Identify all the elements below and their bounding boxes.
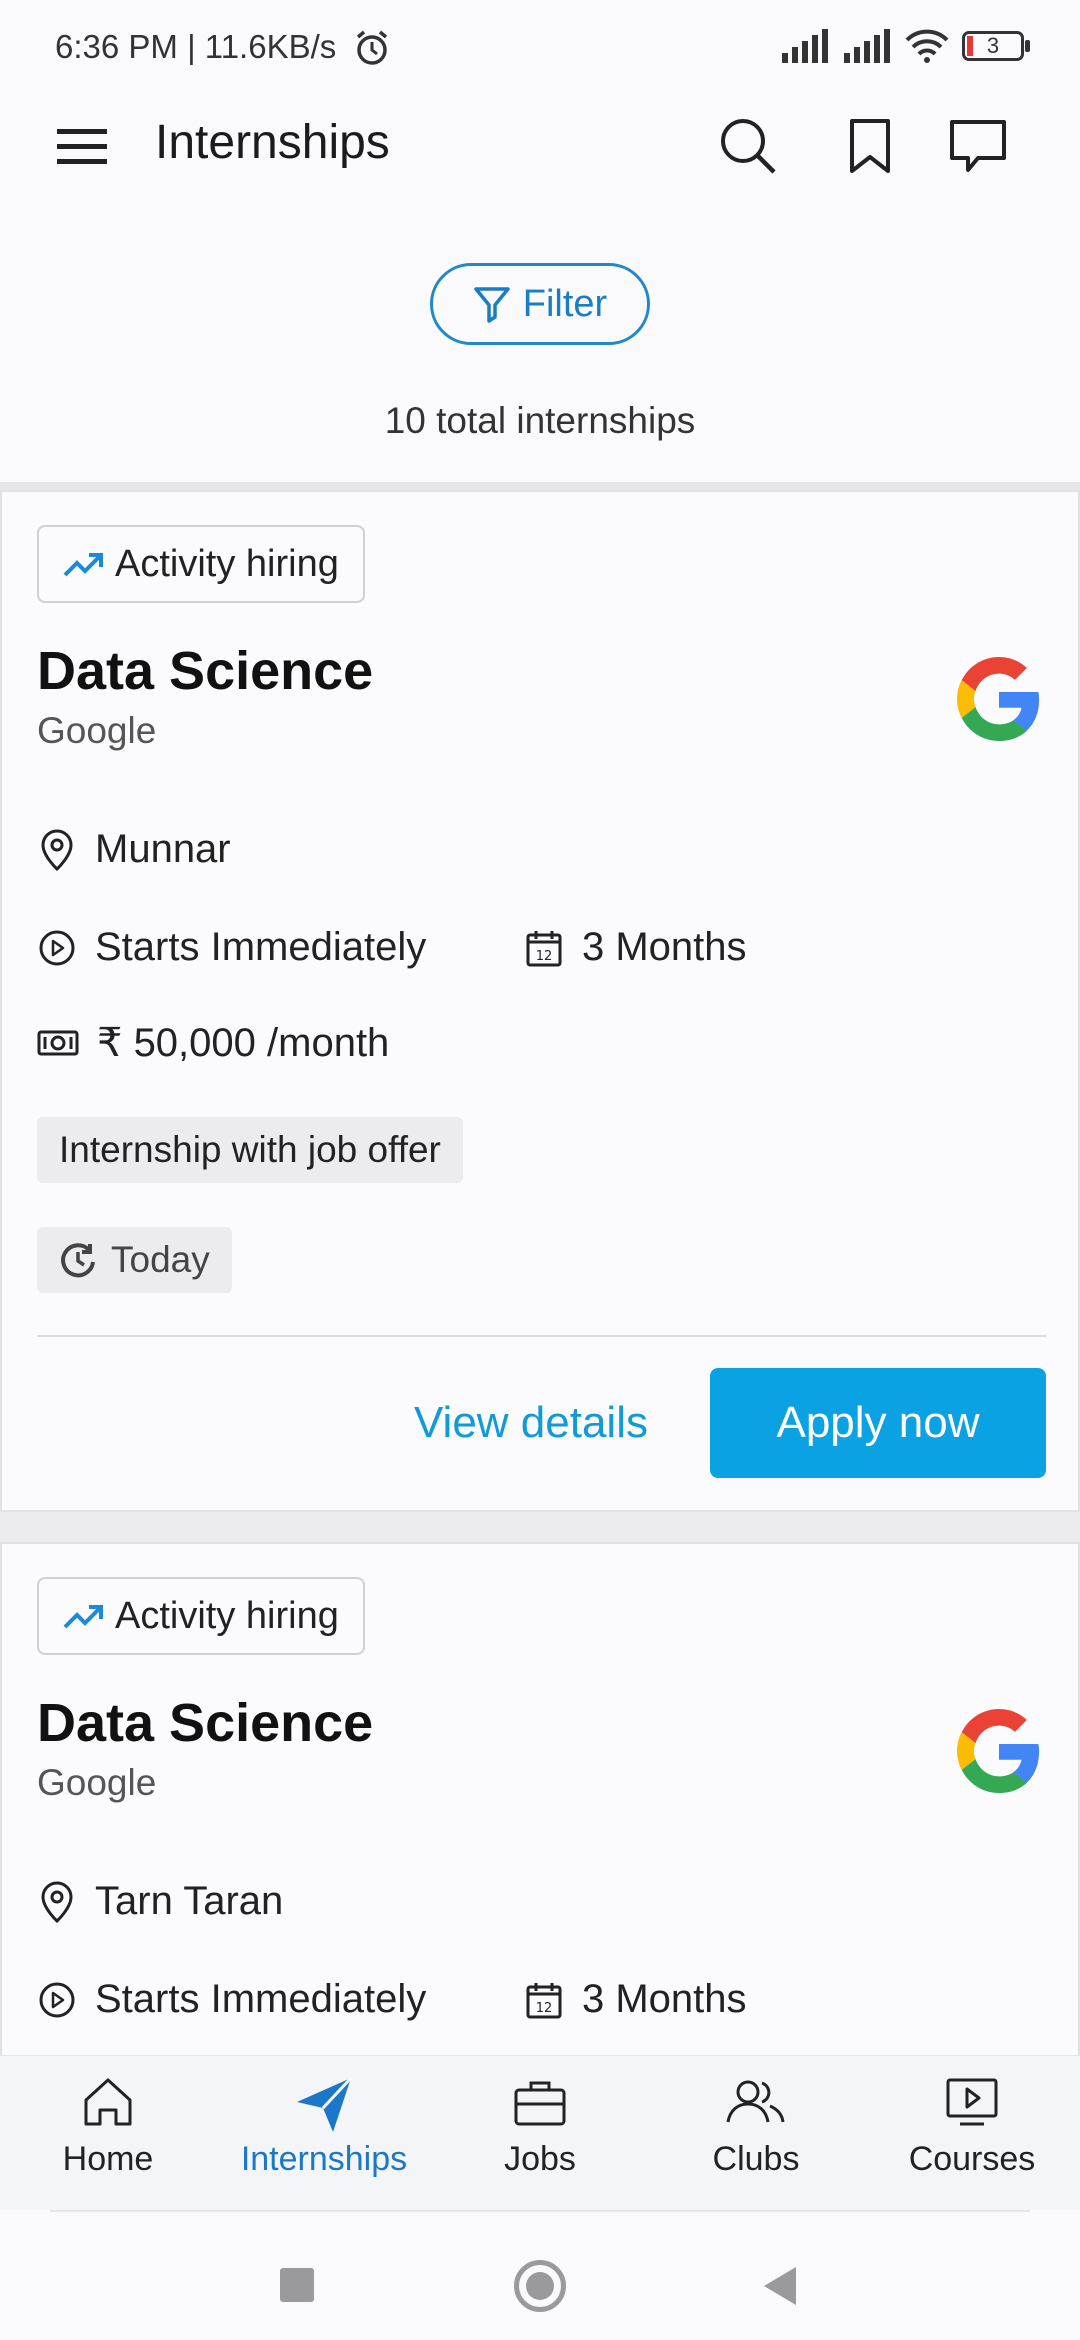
play-screen-icon (946, 2078, 998, 2126)
location-row: Tarn Taran (37, 1879, 283, 1924)
nav-home[interactable]: Home (0, 2074, 216, 2179)
nav-clubs-label: Clubs (712, 2140, 800, 2178)
total-count: 10 total internships (384, 400, 696, 441)
app-bar: Internships (0, 90, 1080, 200)
duration-text: 3 Months (582, 925, 747, 969)
view-details-button[interactable]: View details (414, 1398, 648, 1448)
page-title: Internships (155, 116, 390, 169)
company-name: Google (37, 710, 157, 751)
duration-text: 3 Months (582, 1977, 747, 2021)
wifi-icon (905, 29, 949, 63)
play-circle-icon (39, 930, 75, 965)
start-text: Starts Immediately (95, 1977, 427, 2021)
hamburger-icon (57, 129, 107, 164)
card-divider (37, 1335, 1047, 1337)
svg-text:12: 12 (536, 949, 553, 964)
nav-clubs[interactable]: Clubs (648, 2074, 864, 2179)
trending-up-icon (63, 1605, 103, 1629)
nav-home-label: Home (62, 2140, 154, 2178)
filter-label: Filter (522, 282, 608, 325)
funnel-icon (474, 287, 510, 323)
home-icon (84, 2078, 132, 2126)
nav-internships[interactable]: Internships (216, 2074, 432, 2179)
briefcase-icon (514, 2081, 566, 2126)
job-title[interactable]: Data Science (37, 1692, 373, 1754)
location-pin-icon (41, 829, 73, 871)
location-pin-icon (41, 1881, 73, 1923)
internship-card[interactable]: Activity hiring Data Science Google Munn… (0, 490, 1080, 1512)
google-logo-icon (957, 1709, 1040, 1793)
bookmark-icon (850, 119, 890, 173)
system-navigation-bar (0, 2210, 1080, 2340)
section-divider (0, 482, 1080, 490)
calendar-icon: 12 (526, 1982, 562, 2018)
start-row: Starts Immediately (37, 1977, 426, 2022)
sysnav-divider (50, 2210, 1030, 2212)
bottom-navigation: Home Internships Jobs Clubs Courses (0, 2055, 1080, 2210)
location-text: Tarn Taran (95, 1879, 284, 1923)
badge-label: Activity hiring (115, 542, 339, 585)
posted-badge: Today (37, 1227, 232, 1293)
nav-courses[interactable]: Courses (864, 2074, 1080, 2179)
search-icon (721, 119, 776, 174)
company-name: Google (37, 1762, 157, 1803)
calendar-icon: 12 (526, 930, 562, 966)
people-icon (726, 2080, 785, 2123)
paper-plane-icon (297, 2076, 353, 2132)
signal-icon-2 (844, 29, 890, 63)
status-icons: 3 (780, 28, 1030, 64)
home-system-button[interactable] (514, 2260, 566, 2312)
job-offer-tag: Internship with job offer (37, 1117, 463, 1183)
activity-badge: Activity hiring (37, 525, 365, 603)
filter-button[interactable]: Filter (430, 263, 650, 345)
messages-button[interactable] (942, 110, 1014, 182)
battery-level: 3 (986, 33, 1000, 58)
location-row: Munnar (37, 827, 231, 872)
history-icon (61, 1243, 95, 1278)
bookmark-button[interactable] (834, 110, 906, 182)
stipend-row: ₹ 50,000 /month (37, 1020, 389, 1066)
play-circle-icon (39, 1982, 75, 2017)
battery-icon: 3 (962, 29, 1030, 63)
nav-jobs[interactable]: Jobs (432, 2074, 648, 2179)
svg-text:12: 12 (536, 2001, 553, 2016)
money-icon (37, 1030, 79, 1056)
signal-icon (782, 29, 828, 63)
status-bar: 6:36 PM | 11.6KB/s 3 (0, 0, 1080, 90)
trending-up-icon (63, 553, 103, 577)
posted-text: Today (111, 1239, 210, 1280)
stipend-text: ₹ 50,000 /month (97, 1021, 390, 1065)
apply-now-button[interactable]: Apply now (710, 1368, 1046, 1478)
chat-icon (950, 120, 1006, 172)
status-time: 6:36 PM | 11.6KB/s (55, 28, 337, 65)
start-row: Starts Immediately (37, 925, 426, 970)
badge-label: Activity hiring (115, 1594, 339, 1637)
recents-button[interactable] (280, 2268, 314, 2302)
menu-button[interactable] (46, 110, 118, 182)
back-icon[interactable] (760, 2265, 800, 2307)
nav-jobs-label: Jobs (504, 2140, 576, 2178)
start-text: Starts Immediately (95, 925, 427, 969)
duration-row: 12 3 Months (524, 1977, 747, 2022)
nav-internships-label: Internships (240, 2140, 408, 2178)
activity-badge: Activity hiring (37, 1577, 365, 1655)
job-title[interactable]: Data Science (37, 640, 373, 702)
card-gap (0, 1512, 1080, 1542)
duration-row: 12 3 Months (524, 925, 747, 970)
alarm-icon (356, 30, 388, 65)
location-text: Munnar (95, 827, 231, 871)
nav-courses-label: Courses (908, 2140, 1036, 2178)
internship-card[interactable]: Activity hiring Data Science Google Tarn… (0, 1542, 1080, 2062)
google-logo-icon (957, 657, 1040, 741)
search-button[interactable] (712, 110, 784, 182)
